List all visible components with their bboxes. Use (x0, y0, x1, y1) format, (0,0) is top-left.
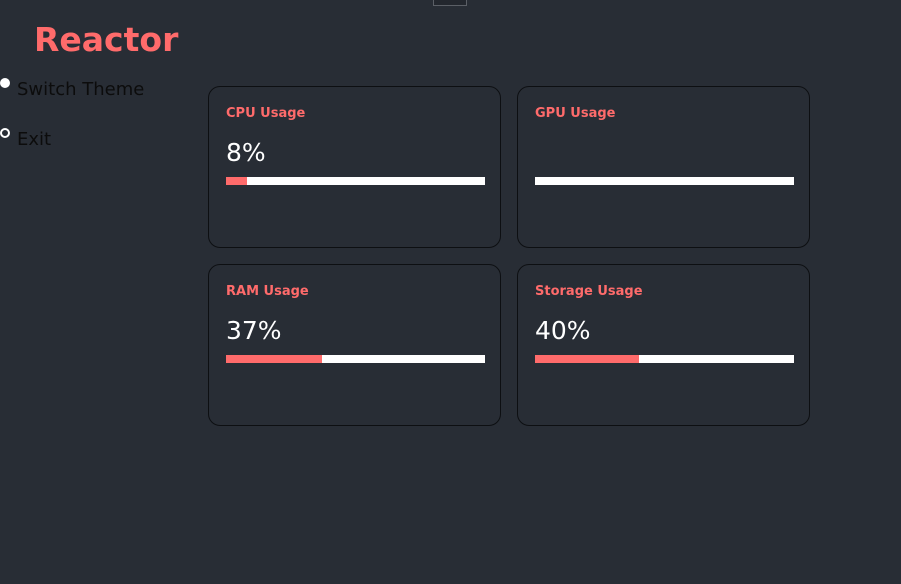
storage-usage-title: Storage Usage (535, 284, 643, 299)
cpu-usage-value: 8% (226, 138, 266, 167)
storage-usage-card: Storage Usage 40% (517, 264, 810, 426)
window-drag-handle[interactable] (433, 0, 467, 6)
gpu-usage-progress-bar (535, 177, 794, 185)
ram-usage-card: RAM Usage 37% (208, 264, 501, 426)
exit-label: Exit (17, 129, 52, 150)
ram-usage-progress-fill (226, 355, 322, 363)
ram-usage-progress-bar (226, 355, 485, 363)
radio-hollow-icon[interactable] (0, 128, 10, 138)
radio-filled-icon[interactable] (0, 78, 10, 88)
cpu-usage-progress-bar (226, 177, 485, 185)
app-title: Reactor (34, 20, 179, 59)
cpu-usage-card: CPU Usage 8% (208, 86, 501, 248)
switch-theme-label: Switch Theme (17, 79, 145, 100)
storage-usage-value: 40% (535, 316, 591, 345)
gpu-usage-card: GPU Usage (517, 86, 810, 248)
exit-menu-item[interactable]: Exit (0, 128, 51, 152)
app-window: Reactor Switch Theme Exit CPU Usage 8% G… (0, 0, 901, 584)
storage-usage-progress-bar (535, 355, 794, 363)
storage-usage-progress-fill (535, 355, 639, 363)
cpu-usage-title: CPU Usage (226, 106, 306, 121)
switch-theme-menu-item[interactable]: Switch Theme (0, 78, 144, 102)
cpu-usage-progress-fill (226, 177, 247, 185)
ram-usage-value: 37% (226, 316, 282, 345)
ram-usage-title: RAM Usage (226, 284, 309, 299)
gpu-usage-title: GPU Usage (535, 106, 616, 121)
